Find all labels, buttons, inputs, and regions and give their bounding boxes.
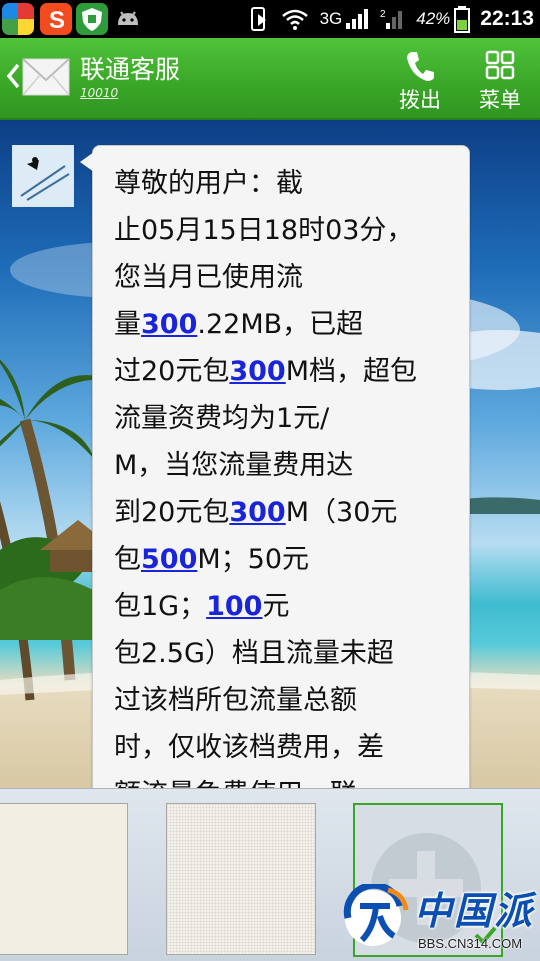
theme-card-grid[interactable] [166, 803, 316, 955]
message-text-segment: 尊敬的用户：截 [114, 168, 303, 199]
menu-button-label: 菜单 [479, 88, 521, 112]
message-text-segment: 止05月15日18时03分， [114, 215, 414, 246]
message-line: 包2.5G）档且流量未超 [114, 630, 454, 677]
message-text: 尊敬的用户：截 止05月15日18时03分， 您当月已使用流 量300.22MB，已超… [114, 160, 454, 818]
signal-2-icon: 2 [380, 9, 403, 29]
svg-text:2: 2 [380, 9, 386, 20]
watermark-url: BBS.CN314.COM [418, 936, 523, 951]
message-number-link[interactable]: 300 [229, 356, 285, 387]
wifi-icon [281, 9, 308, 30]
message-line: 尊敬的用户：截 [114, 160, 454, 207]
message-line: 流量资费均为1元/ [114, 395, 454, 442]
message-line: 止05月15日18时03分， [114, 207, 454, 254]
message-text-segment: 过20元包 [114, 356, 230, 387]
message-number-link[interactable]: 500 [141, 544, 197, 575]
colorful-app-icon [2, 3, 34, 35]
message-line: 您当月已使用流 [114, 254, 454, 301]
message-line: 到20元包300M（30元 [114, 489, 454, 536]
call-button[interactable]: 拨出 [390, 48, 450, 112]
clock: 22:13 [480, 7, 534, 30]
message-text-segment: M；50元 [197, 544, 310, 575]
message-text-segment: M（30元 [285, 497, 398, 528]
battery-percent: 42% [416, 9, 451, 28]
menu-grid-icon [485, 50, 515, 80]
contact-avatar[interactable] [12, 145, 74, 207]
contact-number[interactable]: 10010 [80, 86, 118, 100]
forum-watermark: 中国派 BBS.CN314.COM [340, 878, 540, 960]
message-line: M，当您流量费用达 [114, 442, 454, 489]
message-line: 过20元包300M档，超包 [114, 348, 454, 395]
status-indicators: 3G 2 42% 22:13 [248, 0, 534, 38]
message-text-segment: 您当月已使用流 [114, 262, 303, 293]
message-text-segment: 元 [262, 591, 290, 622]
message-text-segment: .22MB，已超 [197, 309, 364, 340]
menu-button[interactable]: 菜单 [470, 48, 530, 112]
message-line: 量300.22MB，已超 [114, 301, 454, 348]
message-number-link[interactable]: 100 [206, 591, 262, 622]
theme-card-plain[interactable] [0, 803, 128, 955]
message-line: 包500M；50元 [114, 536, 454, 583]
phone-icon [407, 52, 434, 81]
message-text-segment: 流量资费均为1元/ [114, 403, 330, 434]
android-icon [112, 3, 144, 35]
conversation-header: 联通客服 10010 拨出 菜单 [0, 38, 540, 120]
svg-text:S: S [49, 7, 65, 34]
message-text-segment: M，当您流量费用达 [114, 450, 354, 481]
message-line: 时，仅收该档费用，差 [114, 724, 454, 771]
message-text-segment: 包2.5G）档且流量未超 [114, 638, 394, 669]
message-text-segment: 包1G； [114, 591, 207, 622]
message-line: 包1G；100元 [114, 583, 454, 630]
message-number-link[interactable]: 300 [141, 309, 197, 340]
message-text-segment: 到20元包 [114, 497, 230, 528]
message-text-segment: 量 [114, 309, 141, 340]
message-text-segment: M档，超包 [285, 356, 418, 387]
shield-app-icon [76, 3, 108, 35]
watermark-text: 中国派 [414, 889, 535, 933]
message-bubble-tail [80, 152, 94, 172]
sim-phone-icon [250, 7, 266, 31]
message-text-segment: 过该档所包流量总额 [114, 685, 357, 716]
call-button-label: 拨出 [399, 88, 441, 112]
network-type-label: 3G [319, 9, 343, 28]
battery-icon [454, 6, 471, 33]
message-number-link[interactable]: 300 [229, 497, 285, 528]
message-line: 过该档所包流量总额 [114, 677, 454, 724]
contact-name: 联通客服 [80, 55, 181, 84]
envelope-icon [22, 58, 70, 96]
sogou-s-icon: S [40, 3, 72, 35]
status-bar: S 3G 2 42% 22:13 [0, 0, 540, 38]
message-text-segment: 包 [114, 544, 141, 575]
back-chevron-icon[interactable] [6, 63, 20, 89]
signal-icon [346, 9, 369, 29]
message-text-segment: 时，仅收该档费用，差 [114, 732, 384, 763]
watermark-logo-icon [343, 884, 409, 946]
